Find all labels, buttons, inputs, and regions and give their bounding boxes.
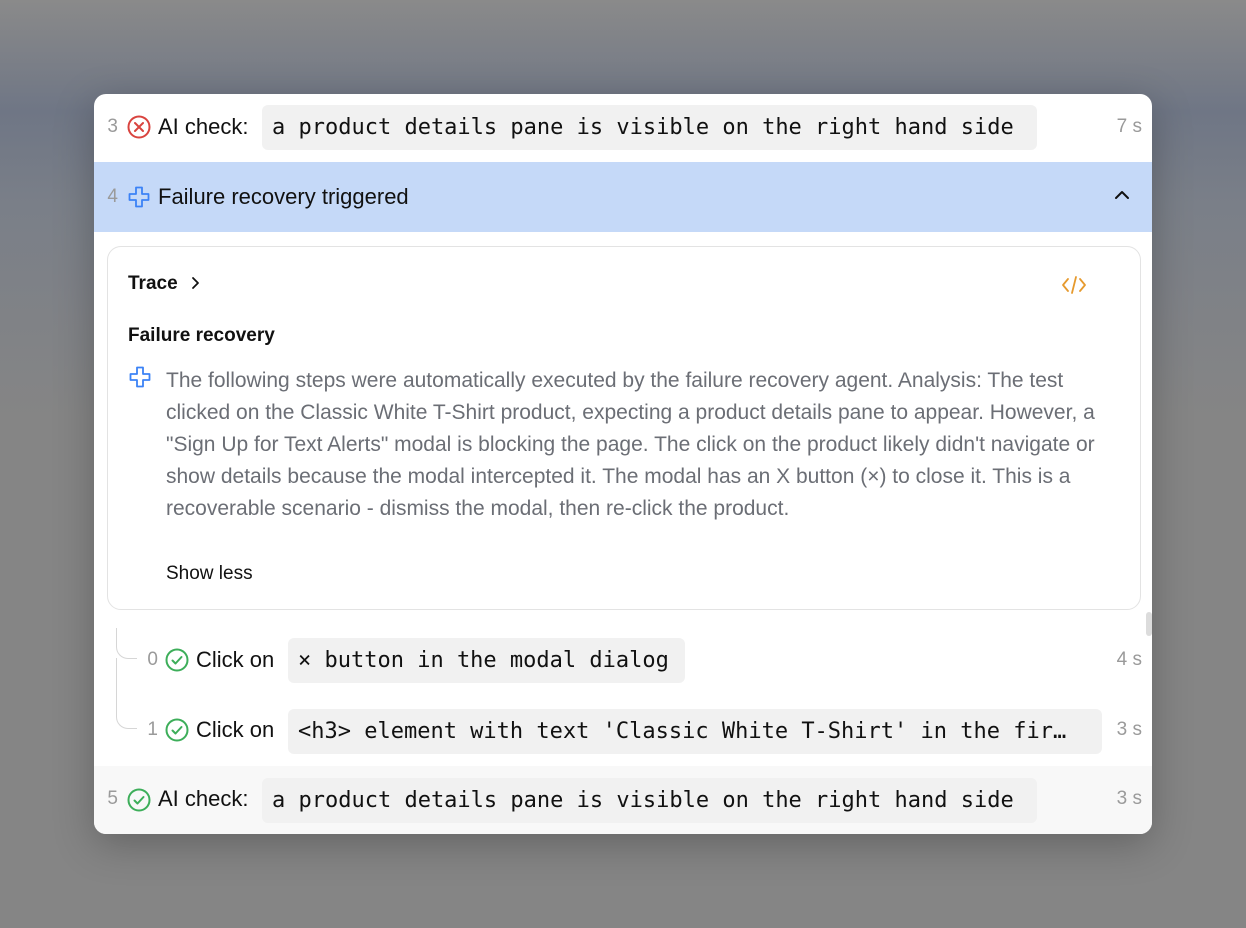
step-number: 0 bbox=[147, 649, 158, 670]
step-target-code: a product details pane is visible on the… bbox=[262, 778, 1037, 823]
step-duration: 3 s bbox=[1116, 788, 1142, 809]
recovery-description: The following steps were automatically e… bbox=[166, 369, 1095, 520]
step-target-code: a product details pane is visible on the… bbox=[262, 105, 1037, 150]
step-list-panel: 3 AI check: a product details pane is vi… bbox=[94, 94, 1152, 834]
section-title: Failure recovery bbox=[128, 325, 275, 346]
step-row-3[interactable]: 3 AI check: a product details pane is vi… bbox=[94, 94, 1152, 162]
recovery-cross-icon bbox=[128, 365, 152, 389]
step-duration: 3 s bbox=[1116, 719, 1142, 740]
step-number: 4 bbox=[107, 186, 118, 207]
step-row-5[interactable]: 5 AI check: a product details pane is vi… bbox=[94, 766, 1152, 834]
passed-status-icon bbox=[165, 648, 189, 672]
trace-toggle[interactable]: Trace bbox=[128, 273, 203, 295]
failure-recovery-card: Trace Failure recovery The following ste… bbox=[107, 246, 1141, 610]
passed-status-icon bbox=[127, 788, 151, 812]
step-duration: 7 s bbox=[1116, 116, 1142, 137]
passed-status-icon bbox=[165, 718, 189, 742]
step-target-code: <h3> element with text 'Classic White T-… bbox=[288, 709, 1102, 754]
step-target-code: × button in the modal dialog bbox=[288, 638, 685, 683]
step-number: 1 bbox=[147, 719, 158, 740]
substep-row-1[interactable]: 1 Click on <h3> element with text 'Class… bbox=[94, 706, 1152, 754]
substep-row-0[interactable]: 0 Click on × button in the modal dialog … bbox=[94, 636, 1152, 684]
chevron-up-icon[interactable] bbox=[1112, 185, 1136, 209]
step-duration: 4 s bbox=[1116, 649, 1142, 670]
step-label: Click on bbox=[196, 647, 275, 672]
show-less-link[interactable]: Show less bbox=[166, 563, 253, 585]
scrollbar-thumb[interactable] bbox=[1146, 612, 1152, 636]
step-row-4[interactable]: 4 Failure recovery triggered bbox=[94, 162, 1152, 232]
trace-label: Trace bbox=[128, 273, 178, 294]
recovery-cross-icon bbox=[127, 185, 151, 209]
step-number: 5 bbox=[107, 788, 118, 809]
chevron-right-icon bbox=[192, 277, 199, 289]
step-number: 3 bbox=[107, 116, 118, 137]
step-label: AI check: bbox=[158, 786, 249, 811]
step-label: Click on bbox=[196, 717, 275, 742]
code-icon[interactable] bbox=[1060, 273, 1086, 297]
step-label: AI check: bbox=[158, 114, 249, 139]
failed-status-icon bbox=[127, 115, 151, 139]
step-label: Failure recovery triggered bbox=[158, 184, 409, 209]
